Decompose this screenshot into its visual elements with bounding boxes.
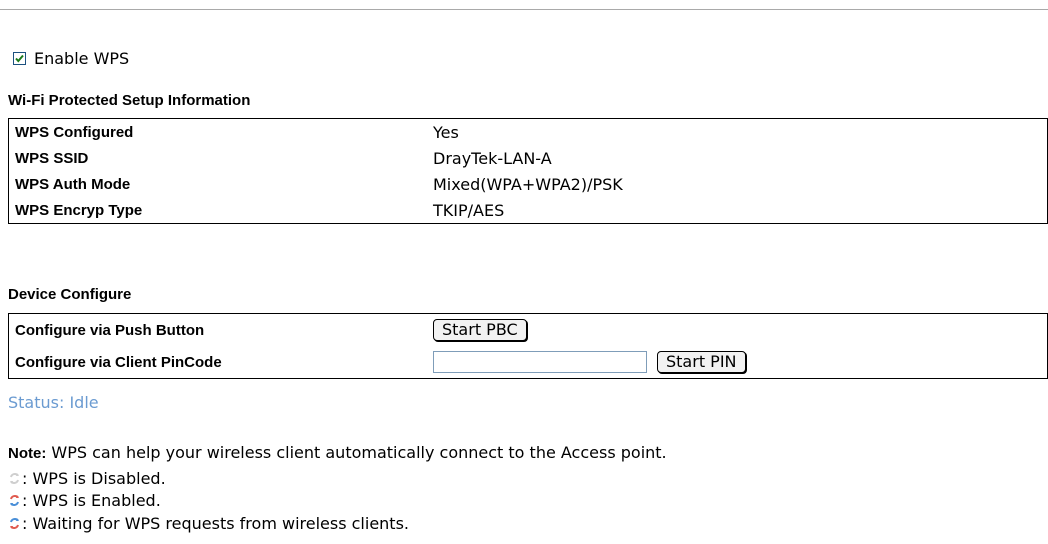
row-value: Mixed(WPA+WPA2)/PSK bbox=[433, 174, 623, 194]
legend-item: : WPS is Enabled. bbox=[8, 491, 161, 510]
table-row: Configure via Client PinCode Start PIN bbox=[9, 346, 1048, 379]
row-value: TKIP/AES bbox=[433, 200, 505, 220]
status-text: Status: Idle bbox=[8, 393, 99, 412]
enable-wps-row[interactable]: Enable WPS bbox=[13, 48, 129, 68]
note-text: Note: WPS can help your wireless client … bbox=[8, 443, 667, 462]
row-key: WPS Encryp Type bbox=[15, 201, 143, 219]
table-row: WPS Auth Mode Mixed(WPA+WPA2)/PSK bbox=[9, 171, 1048, 197]
row-key: WPS Auth Mode bbox=[15, 175, 131, 193]
table-row: WPS SSID DrayTek-LAN-A bbox=[9, 145, 1048, 171]
row-key: WPS SSID bbox=[15, 149, 89, 167]
wps-waiting-icon bbox=[10, 518, 19, 529]
legend-item: : WPS is Disabled. bbox=[8, 469, 166, 488]
row-key: WPS Configured bbox=[15, 123, 134, 141]
table-row: WPS Configured Yes bbox=[9, 119, 1048, 146]
pin-code-label: Configure via Client PinCode bbox=[15, 353, 222, 371]
start-pin-button[interactable]: Start PIN bbox=[657, 351, 746, 373]
pin-code-cell: Start PIN bbox=[427, 346, 1048, 379]
wps-info-table: WPS Configured Yes WPS SSID DrayTek-LAN-… bbox=[8, 118, 1048, 224]
push-button-cell: Start PBC bbox=[427, 314, 1048, 347]
info-section-title: Wi-Fi Protected Setup Information bbox=[8, 92, 251, 109]
wps-disabled-icon bbox=[10, 473, 19, 484]
table-row: Configure via Push Button Start PBC bbox=[9, 314, 1048, 347]
pin-code-input[interactable] bbox=[433, 351, 647, 373]
legend-item: : Waiting for WPS requests from wireless… bbox=[8, 514, 409, 533]
push-button-label: Configure via Push Button bbox=[15, 321, 205, 339]
row-value: Yes bbox=[433, 122, 459, 142]
enable-wps-label: Enable WPS bbox=[34, 48, 130, 68]
wps-enabled-icon bbox=[10, 495, 19, 506]
device-configure-title: Device Configure bbox=[8, 286, 132, 303]
checkmark-icon bbox=[15, 54, 24, 63]
enable-wps-checkbox[interactable] bbox=[13, 51, 26, 65]
table-row: WPS Encryp Type TKIP/AES bbox=[9, 197, 1048, 224]
legend-text: : WPS is Disabled. bbox=[22, 469, 166, 488]
legend-text: : Waiting for WPS requests from wireless… bbox=[22, 514, 409, 533]
top-divider bbox=[0, 9, 1048, 10]
start-pbc-button[interactable]: Start PBC bbox=[433, 319, 527, 341]
device-configure-table: Configure via Push Button Start PBC Conf… bbox=[8, 313, 1048, 379]
note-prefix: Note: bbox=[8, 445, 47, 462]
note-body: WPS can help your wireless client automa… bbox=[46, 443, 667, 462]
legend-text: : WPS is Enabled. bbox=[22, 491, 161, 510]
row-value: DrayTek-LAN-A bbox=[433, 148, 552, 168]
